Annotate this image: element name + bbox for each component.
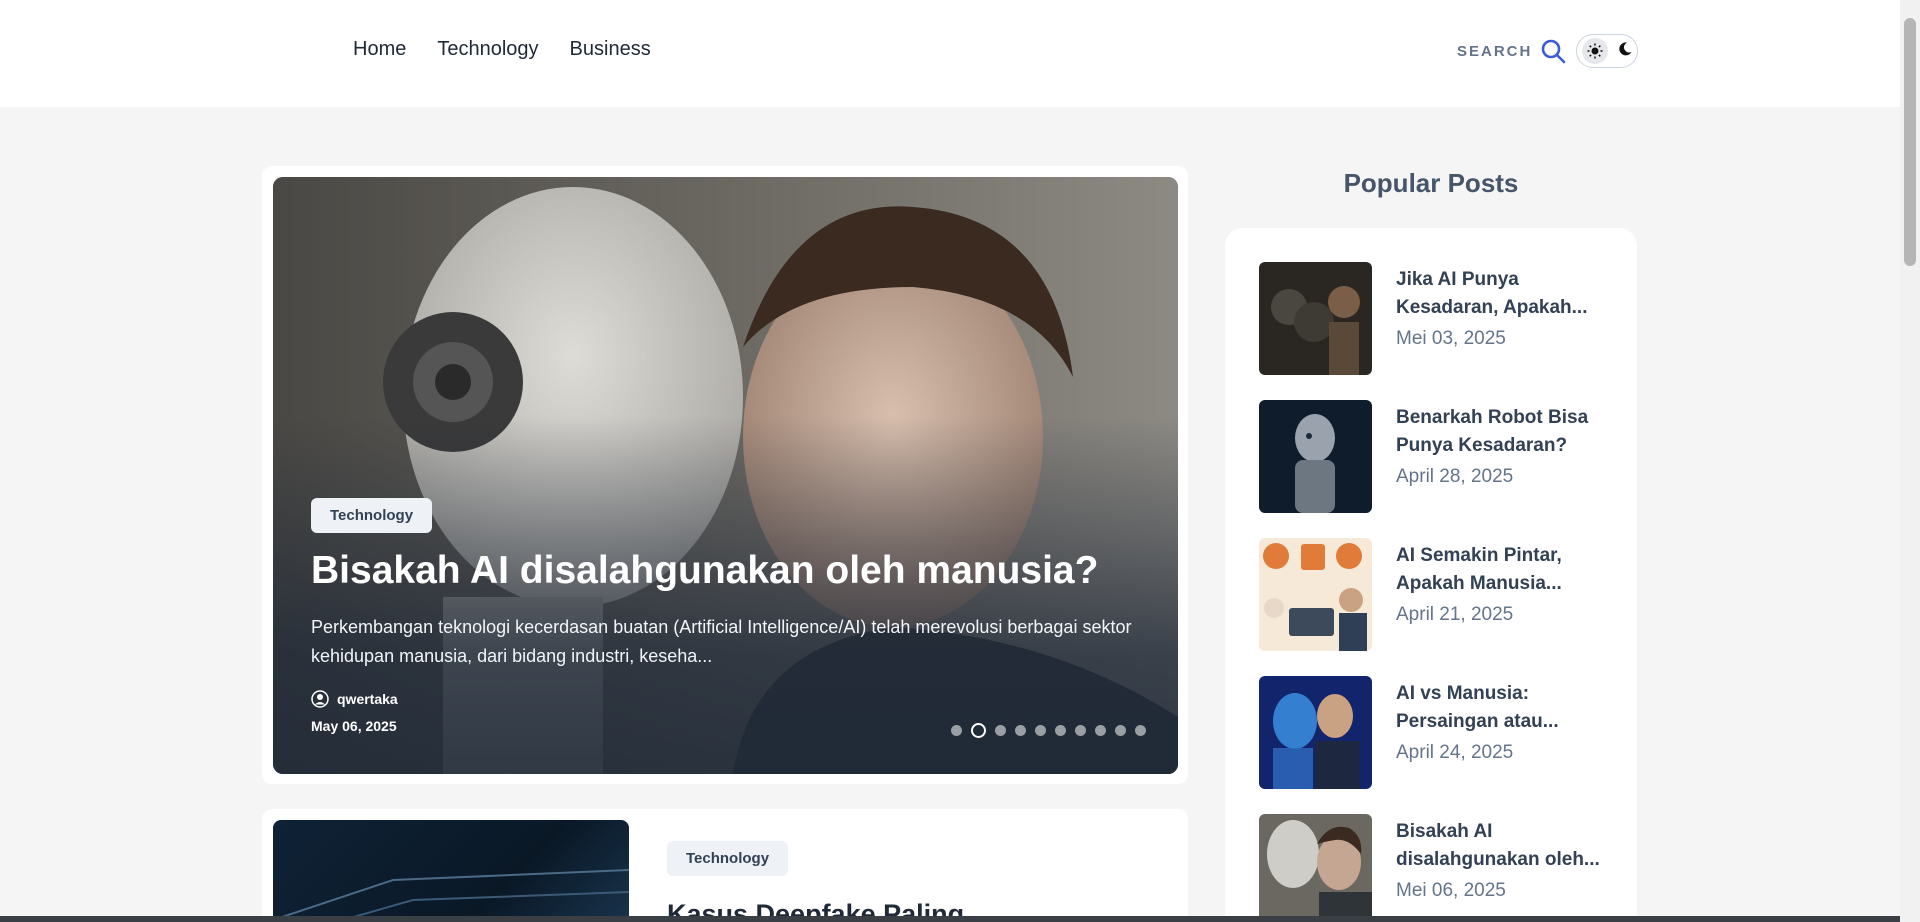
popular-post-title[interactable]: Benarkah Robot Bisa Punya Kesadaran?: [1396, 404, 1606, 460]
author-name: qwertaka: [337, 691, 398, 707]
slider-dot[interactable]: [1035, 725, 1046, 736]
popular-post-title[interactable]: Jika AI Punya Kesadaran, Apakah...: [1396, 266, 1606, 322]
featured-slider-card: Technology Bisakah AI disalahgunakan ole…: [262, 166, 1188, 784]
bottom-edge: [0, 916, 1900, 922]
popular-post-thumbnail[interactable]: [1259, 676, 1372, 789]
site-header: Home Technology Business SEARCH: [0, 0, 1900, 107]
popular-post-thumbnail[interactable]: [1259, 814, 1372, 922]
user-icon: [311, 690, 329, 708]
featured-title[interactable]: Bisakah AI disalahgunakan oleh manusia?: [311, 549, 1151, 593]
featured-slide[interactable]: Technology Bisakah AI disalahgunakan ole…: [273, 177, 1178, 774]
category-badge[interactable]: Technology: [311, 498, 433, 533]
nav-technology[interactable]: Technology: [437, 38, 538, 61]
post-thumbnail[interactable]: [273, 820, 629, 922]
sun-icon: [1581, 38, 1608, 64]
featured-excerpt: Perkembangan teknologi kecerdasan buatan…: [311, 617, 1132, 666]
popular-post-item[interactable]: Bisakah AI disalahgunakan oleh... Mei 06…: [1259, 814, 1619, 922]
search-icon: [1542, 39, 1566, 64]
slider-dot[interactable]: [1075, 725, 1086, 736]
slider-dot[interactable]: [1135, 725, 1146, 736]
popular-posts-heading: Popular Posts: [1343, 168, 1519, 198]
popular-post-thumbnail[interactable]: [1259, 262, 1372, 375]
slider-dot[interactable]: [1095, 725, 1106, 736]
slider-dot[interactable]: [995, 725, 1006, 736]
popular-post-item[interactable]: Jika AI Punya Kesadaran, Apakah... Mei 0…: [1259, 262, 1619, 375]
popular-post-item[interactable]: AI Semakin Pintar, Apakah Manusia... Apr…: [1259, 538, 1619, 651]
popular-post-item[interactable]: Benarkah Robot Bisa Punya Kesadaran? Apr…: [1259, 400, 1619, 513]
popular-post-date: Mei 03, 2025: [1396, 328, 1506, 349]
popular-post-thumbnail[interactable]: [1259, 400, 1372, 513]
theme-toggle[interactable]: [1576, 34, 1638, 68]
featured-date: May 06, 2025: [311, 718, 397, 734]
popular-posts-list: Jika AI Punya Kesadaran, Apakah... Mei 0…: [1225, 228, 1637, 922]
scrollbar-thumb[interactable]: [1904, 18, 1916, 266]
slider-dot[interactable]: [1055, 725, 1066, 736]
popular-post-title[interactable]: Bisakah AI disalahgunakan oleh...: [1396, 818, 1606, 874]
post-card[interactable]: Technology Kasus Deepfake Paling: [262, 809, 1188, 922]
popular-post-date: April 21, 2025: [1396, 604, 1514, 625]
slider-dot[interactable]: [1015, 725, 1026, 736]
popular-post-thumbnail[interactable]: [1259, 538, 1372, 651]
category-badge[interactable]: Technology: [667, 841, 789, 876]
moon-icon: [1617, 41, 1633, 62]
nav-home[interactable]: Home: [353, 38, 406, 61]
popular-post-date: Mei 06, 2025: [1396, 880, 1506, 901]
slider-dot[interactable]: [971, 723, 986, 738]
popular-post-title[interactable]: AI vs Manusia: Persaingan atau...: [1396, 680, 1606, 736]
page-scrollbar[interactable]: [1900, 0, 1920, 922]
popular-post-title[interactable]: AI Semakin Pintar, Apakah Manusia...: [1396, 542, 1606, 598]
slider-dots: [951, 723, 1146, 738]
slider-dot[interactable]: [1115, 725, 1126, 736]
slider-dot[interactable]: [951, 725, 962, 736]
popular-post-item[interactable]: AI vs Manusia: Persaingan atau... April …: [1259, 676, 1619, 789]
main-nav: Home Technology Business: [353, 38, 651, 61]
search-button[interactable]: SEARCH: [1457, 38, 1566, 64]
popular-post-date: April 28, 2025: [1396, 466, 1514, 487]
featured-author[interactable]: qwertaka: [311, 690, 398, 708]
search-label: SEARCH: [1457, 42, 1533, 60]
featured-overlay: [273, 177, 1178, 774]
popular-post-date: April 24, 2025: [1396, 742, 1514, 763]
nav-business[interactable]: Business: [570, 38, 651, 61]
